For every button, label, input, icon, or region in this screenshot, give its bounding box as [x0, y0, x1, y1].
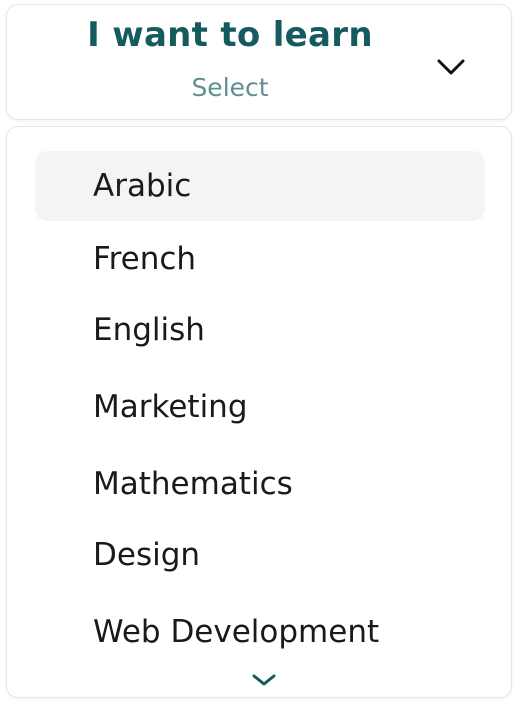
option-arabic[interactable]: Arabic	[35, 151, 485, 221]
scroll-more-chevron-icon[interactable]	[250, 671, 278, 689]
language-select-header[interactable]: I want to learn Select	[6, 4, 512, 120]
option-french[interactable]: French	[35, 224, 485, 294]
option-web-development[interactable]: Web Development	[35, 597, 485, 667]
option-marketing[interactable]: Marketing	[35, 372, 485, 442]
option-english[interactable]: English	[35, 295, 485, 365]
option-mathematics[interactable]: Mathematics	[35, 449, 485, 519]
option-design[interactable]: Design	[35, 520, 485, 590]
chevron-down-icon[interactable]	[431, 51, 471, 81]
select-title: I want to learn	[87, 15, 373, 55]
options-dropdown: Arabic French English Marketing Mathemat…	[6, 126, 512, 698]
select-placeholder: Select	[191, 73, 269, 102]
